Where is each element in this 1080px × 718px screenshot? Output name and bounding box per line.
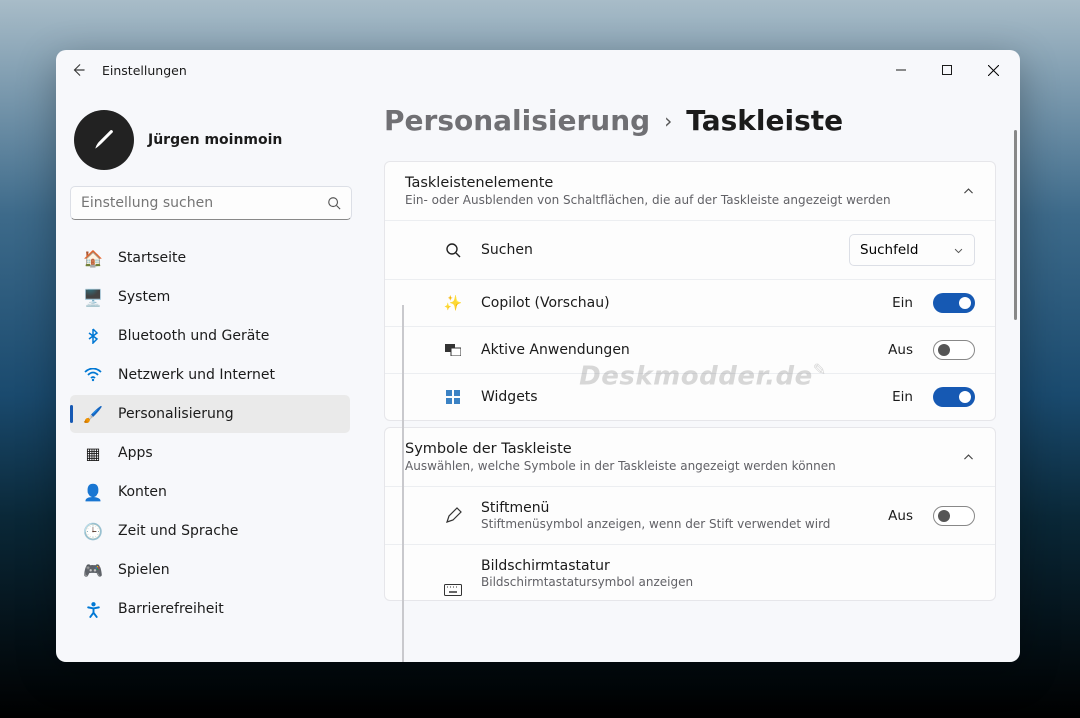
section-tray-icons: Symbole der Taskleiste Auswählen, welche… bbox=[384, 427, 996, 601]
search-input[interactable] bbox=[81, 195, 327, 211]
person-icon: 👤 bbox=[84, 483, 102, 501]
nav-label: Personalisierung bbox=[118, 406, 234, 422]
nav-personalization[interactable]: 🖌️ Personalisierung bbox=[70, 395, 350, 433]
home-icon: 🏠 bbox=[84, 249, 102, 267]
paint-icon: 🖌️ bbox=[84, 405, 102, 423]
maximize-button[interactable] bbox=[924, 50, 970, 90]
titlebar: Einstellungen bbox=[56, 50, 1020, 90]
scrollbar[interactable] bbox=[1014, 130, 1017, 320]
row-taskview: Aktive Anwendungen Aus bbox=[385, 326, 995, 373]
nav-label: Zeit und Sprache bbox=[118, 523, 238, 539]
taskview-toggle[interactable] bbox=[933, 340, 975, 360]
chevron-up-icon bbox=[962, 451, 975, 464]
profile[interactable]: Jürgen moinmoin bbox=[70, 100, 366, 180]
toggle-state: Ein bbox=[892, 389, 913, 405]
widgets-toggle[interactable] bbox=[933, 387, 975, 407]
row-label: Suchen bbox=[481, 242, 831, 258]
search-icon bbox=[327, 196, 341, 210]
maximize-icon bbox=[942, 65, 952, 75]
nav-apps[interactable]: ▦ Apps bbox=[70, 434, 350, 472]
search-box[interactable] bbox=[70, 186, 352, 220]
minimize-button[interactable] bbox=[878, 50, 924, 90]
row-label: Stiftmenü bbox=[481, 500, 870, 516]
nav-accounts[interactable]: 👤 Konten bbox=[70, 473, 350, 511]
bluetooth-icon bbox=[84, 327, 102, 345]
wifi-icon bbox=[84, 366, 102, 384]
close-button[interactable] bbox=[970, 50, 1016, 90]
row-label: Copilot (Vorschau) bbox=[481, 295, 874, 311]
row-copilot: ✨ Copilot (Vorschau) Ein bbox=[385, 279, 995, 326]
toggle-state: Ein bbox=[892, 295, 913, 311]
nav-system[interactable]: 🖥️ System bbox=[70, 278, 350, 316]
apps-icon: ▦ bbox=[84, 444, 102, 462]
toggle-state: Aus bbox=[888, 342, 913, 358]
nav-bluetooth[interactable]: Bluetooth und Geräte bbox=[70, 317, 350, 355]
nav-label: Spielen bbox=[118, 562, 170, 578]
nav-label: Barrierefreiheit bbox=[118, 601, 224, 617]
copilot-icon: ✨ bbox=[443, 293, 463, 313]
nav-network[interactable]: Netzwerk und Internet bbox=[70, 356, 350, 394]
nav-gaming[interactable]: 🎮 Spielen bbox=[70, 551, 350, 589]
row-label: Widgets bbox=[481, 389, 874, 405]
search-dropdown[interactable]: Suchfeld bbox=[849, 234, 975, 266]
display-icon: 🖥️ bbox=[84, 288, 102, 306]
copilot-toggle[interactable] bbox=[933, 293, 975, 313]
nav-label: Startseite bbox=[118, 250, 186, 266]
chevron-right-icon: › bbox=[664, 109, 672, 133]
chevron-down-icon bbox=[953, 245, 964, 256]
main-content: Personalisierung › Taskleiste Taskleiste… bbox=[366, 90, 1020, 662]
row-touch-keyboard: Bildschirmtastatur Bildschirmtastatursym… bbox=[385, 544, 995, 600]
nav-label: Netzwerk und Internet bbox=[118, 367, 275, 383]
nav-label: System bbox=[118, 289, 170, 305]
window-controls bbox=[878, 50, 1016, 90]
breadcrumb: Personalisierung › Taskleiste bbox=[384, 104, 996, 137]
pen-toggle[interactable] bbox=[933, 506, 975, 526]
gamepad-icon: 🎮 bbox=[84, 561, 102, 579]
section-header[interactable]: Taskleistenelemente Ein- oder Ausblenden… bbox=[385, 162, 995, 220]
breadcrumb-parent[interactable]: Personalisierung bbox=[384, 104, 650, 137]
nav-label: Konten bbox=[118, 484, 167, 500]
settings-window: Einstellungen Jürgen moinmoin 🏠 Startseit… bbox=[56, 50, 1020, 662]
pen-icon bbox=[443, 506, 463, 526]
section-title: Symbole der Taskleiste bbox=[405, 441, 962, 457]
section-title: Taskleistenelemente bbox=[405, 175, 962, 191]
row-pen-menu: Stiftmenü Stiftmenüsymbol anzeigen, wenn… bbox=[385, 486, 995, 544]
close-icon bbox=[988, 65, 999, 76]
chevron-up-icon bbox=[962, 185, 975, 198]
brush-icon bbox=[91, 127, 117, 153]
toggle-state: Aus bbox=[888, 508, 913, 524]
breadcrumb-current: Taskleiste bbox=[686, 104, 843, 137]
search-icon bbox=[443, 240, 463, 260]
row-label: Bildschirmtastatur bbox=[481, 558, 975, 574]
nav-label: Bluetooth und Geräte bbox=[118, 328, 269, 344]
section-subtitle: Auswählen, welche Symbole in der Tasklei… bbox=[405, 459, 962, 473]
row-sublabel: Bildschirmtastatursymbol anzeigen bbox=[481, 575, 975, 589]
section-taskbar-items: Taskleistenelemente Ein- oder Ausblenden… bbox=[384, 161, 996, 421]
row-sublabel: Stiftmenüsymbol anzeigen, wenn der Stift… bbox=[481, 517, 870, 531]
nav-home[interactable]: 🏠 Startseite bbox=[70, 239, 350, 277]
clock-icon: 🕒 bbox=[84, 522, 102, 540]
taskview-icon bbox=[443, 340, 463, 360]
avatar bbox=[74, 110, 134, 170]
keyboard-icon bbox=[443, 580, 463, 600]
sidebar-scrollbar[interactable] bbox=[402, 305, 404, 662]
widgets-icon bbox=[443, 387, 463, 407]
row-search: Suchen Suchfeld bbox=[385, 220, 995, 279]
section-header[interactable]: Symbole der Taskleiste Auswählen, welche… bbox=[385, 428, 995, 486]
sidebar: Jürgen moinmoin 🏠 Startseite 🖥️ System Blu… bbox=[56, 90, 366, 662]
nav-time-language[interactable]: 🕒 Zeit und Sprache bbox=[70, 512, 350, 550]
accessibility-icon bbox=[84, 600, 102, 618]
user-name: Jürgen moinmoin bbox=[148, 132, 282, 148]
nav-label: Apps bbox=[118, 445, 153, 461]
back-button[interactable] bbox=[60, 52, 96, 88]
window-title: Einstellungen bbox=[102, 63, 187, 78]
dropdown-value: Suchfeld bbox=[860, 242, 918, 258]
section-subtitle: Ein- oder Ausblenden von Schaltflächen, … bbox=[405, 193, 962, 207]
row-widgets: Widgets Ein bbox=[385, 373, 995, 420]
row-label: Aktive Anwendungen bbox=[481, 342, 870, 358]
minimize-icon bbox=[896, 65, 906, 75]
arrow-left-icon bbox=[71, 63, 85, 77]
nav-accessibility[interactable]: Barrierefreiheit bbox=[70, 590, 350, 628]
nav: 🏠 Startseite 🖥️ System Bluetooth und Gerät… bbox=[70, 238, 366, 652]
